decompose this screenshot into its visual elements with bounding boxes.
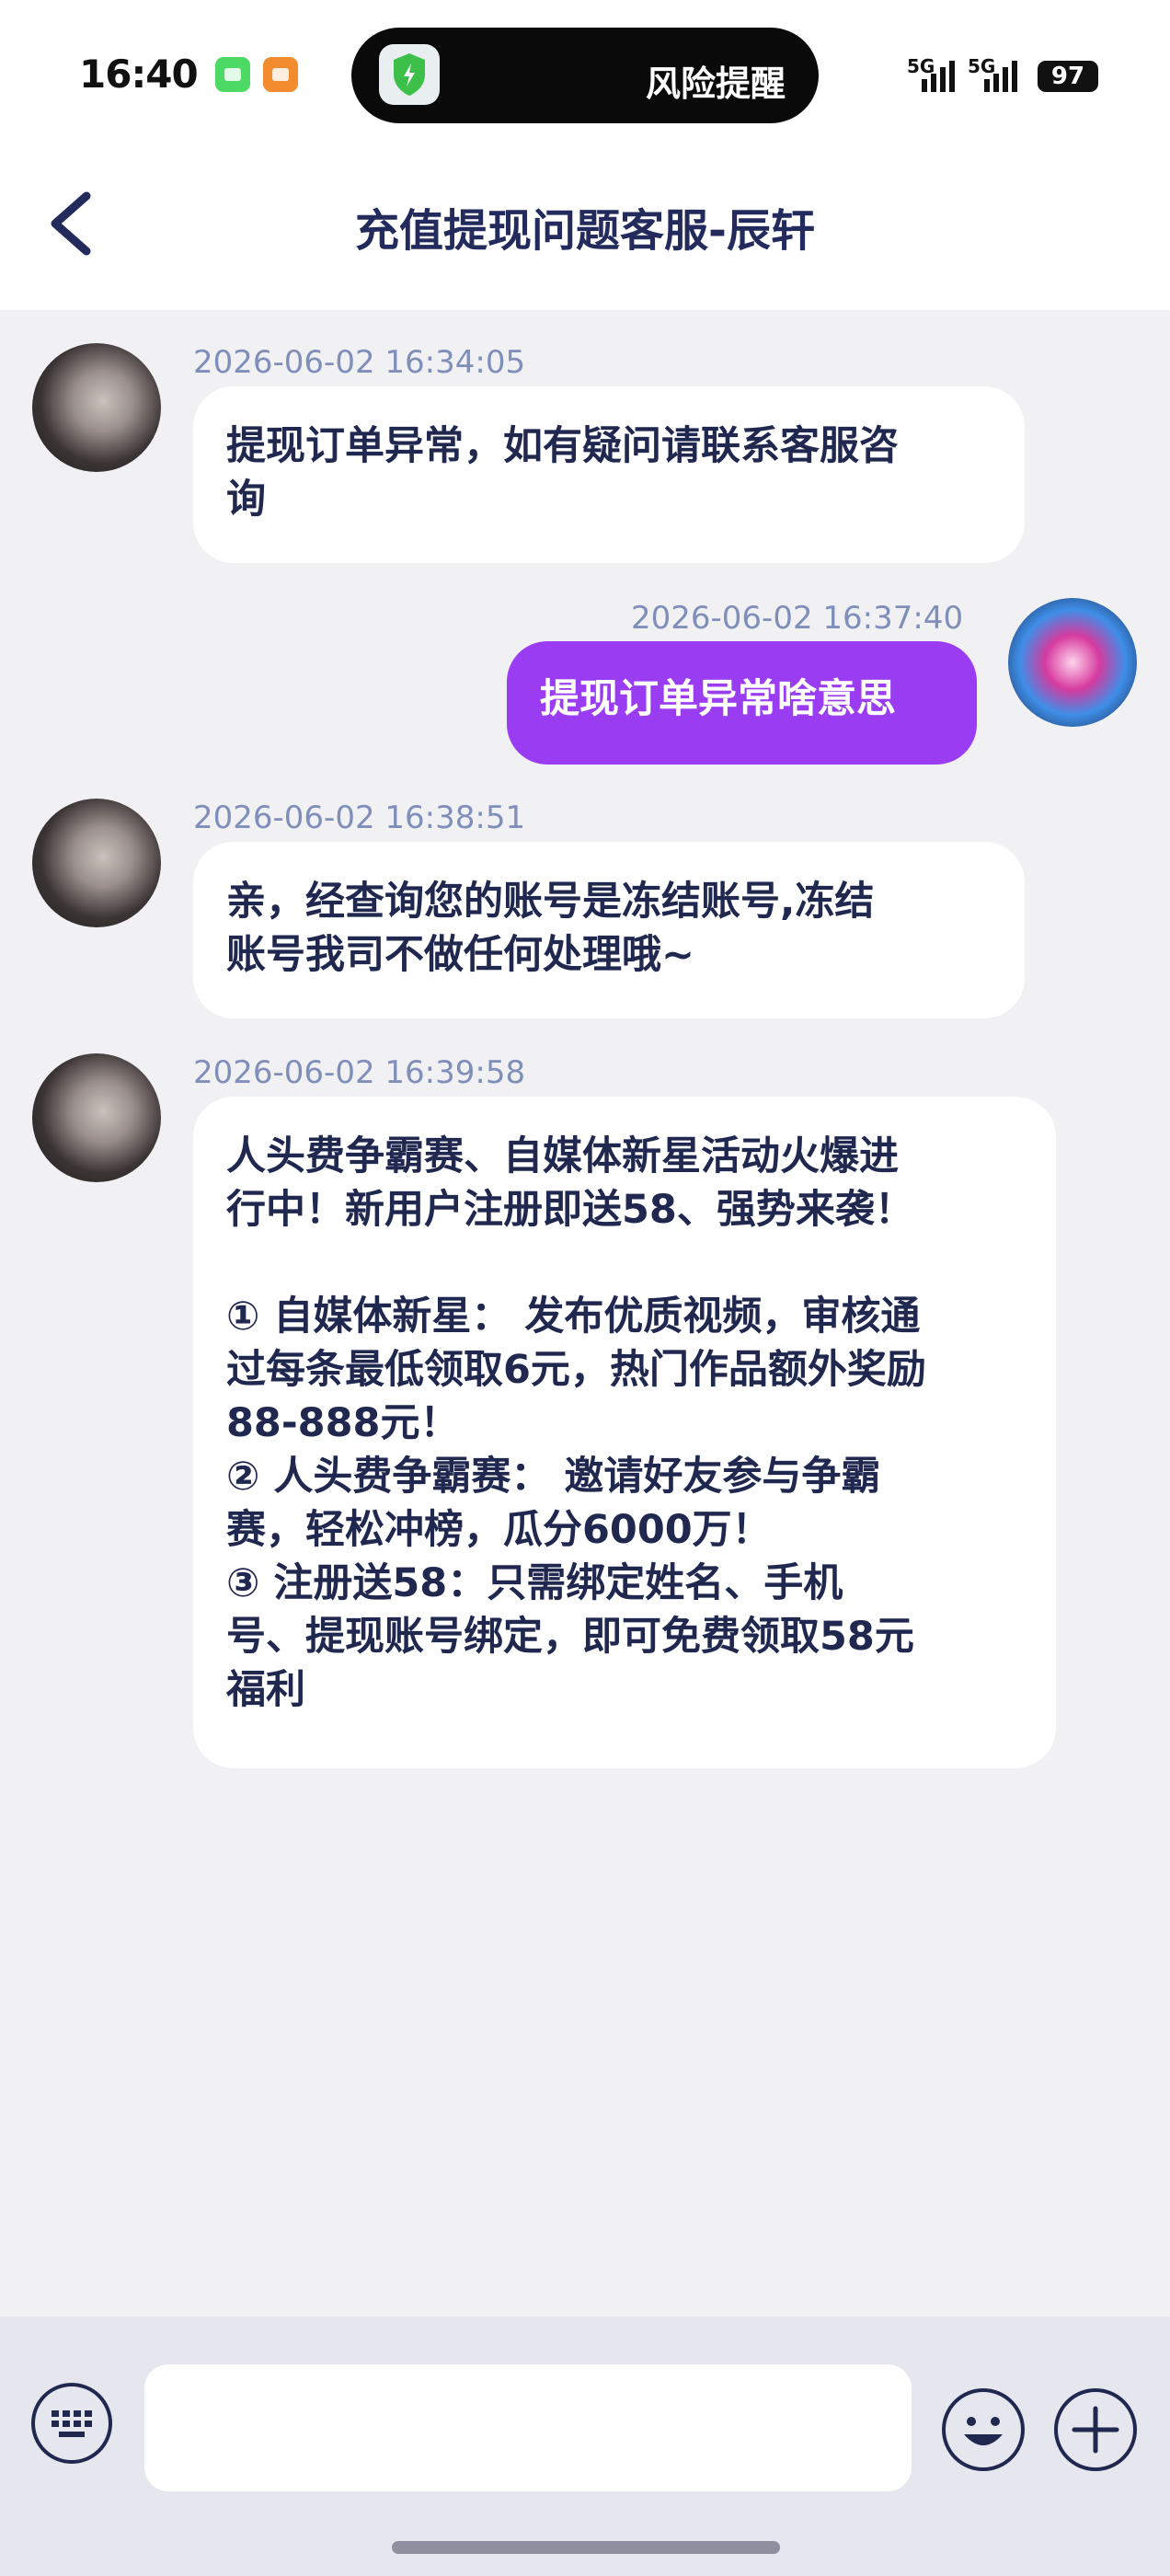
message-timestamp: 2026-06-02 16:37:40 xyxy=(631,600,964,637)
message-line: 赛，轻松冲榜，瓜分6000万！ xyxy=(226,1507,772,1553)
status-time: 16:40 xyxy=(79,52,199,97)
message-line: 号、提现账号绑定，即可免费领取58元 xyxy=(226,1614,914,1660)
message-line: 福利 xyxy=(226,1667,305,1713)
message-line: 提现订单异常啥意思 xyxy=(540,676,896,722)
agent-avatar[interactable] xyxy=(32,1053,161,1182)
page-title: 充值提现问题客服-辰轩 xyxy=(355,205,815,257)
status-bar: 16:40 风险提醒 5G 5G 97 xyxy=(0,0,1170,152)
message-timestamp: 2026-06-02 16:34:05 xyxy=(193,344,526,381)
agent-avatar[interactable] xyxy=(32,343,161,472)
smiley-icon xyxy=(964,2417,1003,2445)
message-input[interactable] xyxy=(144,2364,912,2491)
message-line: 提现订单异常，如有疑问请联系客服咨 xyxy=(226,423,899,469)
composer-bar xyxy=(0,2317,1170,2576)
user-avatar[interactable] xyxy=(1008,598,1137,727)
message-line: ③ 注册送58：只需绑定姓名、手机 xyxy=(226,1560,843,1606)
dynamic-island-alert[interactable]: 风险提醒 xyxy=(351,28,819,123)
cellular-signal-icon-2 xyxy=(984,61,1017,92)
message-line: ① 自媒体新星： 发布优质视频，审核通 xyxy=(226,1294,921,1340)
message-line: 人头费争霸赛、自媒体新星活动火爆进 xyxy=(226,1133,899,1179)
message-timestamp: 2026-06-02 16:39:58 xyxy=(193,1054,526,1091)
agent-avatar[interactable] xyxy=(32,799,161,927)
home-indicator[interactable] xyxy=(392,2541,780,2554)
message-line: 行中！新用户注册即送58、强势来袭！ xyxy=(226,1187,914,1233)
app-notification-icon xyxy=(263,57,298,92)
keyboard-icon xyxy=(52,2410,92,2437)
risk-alert-label: 风险提醒 xyxy=(645,63,786,104)
messages-app-icon xyxy=(215,57,250,92)
cellular-signal-icon xyxy=(922,61,955,92)
message-timestamp: 2026-06-02 16:38:51 xyxy=(193,799,526,836)
plus-circle-icon xyxy=(1072,2406,1119,2454)
battery-indicator: 97 xyxy=(1038,61,1098,92)
agent-message-bubble: 提现订单异常，如有疑问请联系客服咨 询 xyxy=(193,386,1025,563)
message-line: 账号我司不做任何处理哦~ xyxy=(226,932,695,978)
message-line: ② 人头费争霸赛： 邀请好友参与争霸 xyxy=(226,1454,881,1500)
user-message-bubble: 提现订单异常啥意思 xyxy=(507,641,977,765)
message-line: 过每条最低领取6元，热门作品额外奖励 xyxy=(226,1347,926,1393)
message-line: 询 xyxy=(226,477,266,523)
message-line: 亲，经查询您的账号是冻结账号,冻结 xyxy=(226,879,875,925)
agent-message-bubble: 人头费争霸赛、自媒体新星活动火爆进 行中！新用户注册即送58、强势来袭！ ① 自… xyxy=(193,1097,1056,1768)
message-line: 88-888元！ xyxy=(226,1400,460,1446)
keyboard-button[interactable] xyxy=(31,2383,112,2464)
emoji-button[interactable] xyxy=(942,2388,1025,2471)
more-actions-button[interactable] xyxy=(1054,2388,1137,2471)
message-line xyxy=(226,1236,1023,1290)
shield-icon xyxy=(379,44,440,105)
agent-message-bubble: 亲，经查询您的账号是冻结账号,冻结 账号我司不做任何处理哦~ xyxy=(193,842,1025,1018)
chat-header: 充值提现问题客服-辰轩 xyxy=(0,152,1170,310)
